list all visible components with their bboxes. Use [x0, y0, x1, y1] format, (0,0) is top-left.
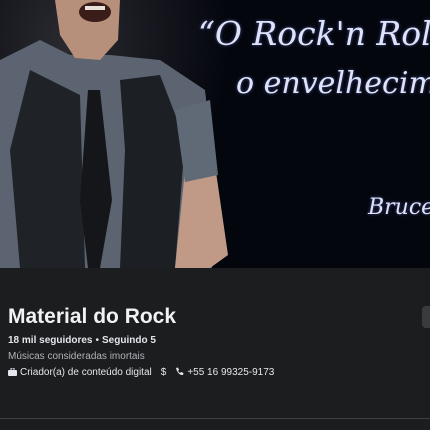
cover-photo[interactable]: “O Rock'n Rol o envelhecim Bruce — [0, 0, 430, 268]
following-count[interactable]: Seguindo 5 — [102, 335, 156, 346]
phone-item[interactable]: +55 16 99325-9173 — [175, 367, 274, 378]
price-item: $ — [161, 367, 167, 378]
cover-quote-line-1: “O Rock'n Rol — [198, 14, 430, 53]
profile-stats: 18 mil seguidores • Seguindo 5 — [8, 335, 430, 346]
profile-info: Material do Rock 18 mil seguidores • Segui… — [8, 304, 430, 378]
cover-quote-line-2: o envelhecim — [236, 66, 430, 101]
separator-dot: • — [95, 335, 99, 346]
action-button-edge[interactable] — [422, 306, 430, 328]
profile-details: Criador(a) de conteúdo digital $ +55 16 … — [8, 367, 430, 378]
cover-quote-author: Bruce — [368, 195, 430, 220]
section-divider — [0, 418, 430, 419]
category-item: Criador(a) de conteúdo digital — [8, 367, 152, 378]
followers-count[interactable]: 18 mil seguidores — [8, 335, 92, 346]
phone-icon — [175, 367, 184, 378]
profile-bio: Músicas consideradas imortais — [8, 351, 145, 362]
phone-number[interactable]: +55 16 99325-9173 — [187, 367, 274, 378]
dollar-label: $ — [160, 367, 167, 378]
category-label: Criador(a) de conteúdo digital — [20, 367, 152, 378]
briefcase-icon — [8, 367, 17, 378]
page-title: Material do Rock — [8, 305, 177, 328]
